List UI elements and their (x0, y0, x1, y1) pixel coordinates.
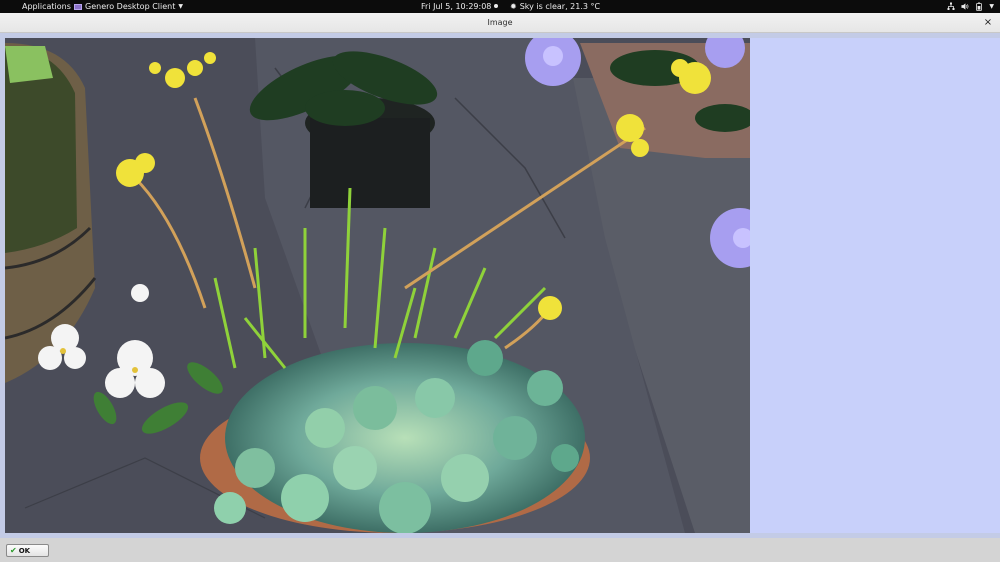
empty-panel (750, 38, 1000, 533)
weather-text: Sky is clear, 21.3 °C (519, 2, 601, 11)
network-icon (947, 2, 955, 10)
checkmark-icon: ✔ (10, 545, 17, 555)
battery-icon (976, 2, 983, 11)
system-tray[interactable]: ▼ (947, 0, 994, 13)
image-display (5, 38, 750, 533)
volume-icon (961, 3, 969, 10)
applications-menu[interactable]: Applications (22, 0, 71, 13)
clock-text: Fri Jul 5, 10:29:08 (421, 2, 492, 11)
button-bar: ✔ OK (0, 538, 1000, 562)
app-menu-label: Genero Desktop Client (85, 2, 176, 11)
window-content (0, 33, 1000, 538)
ok-button[interactable]: ✔ OK (6, 544, 49, 557)
top-panel: Applications Genero Desktop Client ▼ Fri … (0, 0, 1000, 13)
window-titlebar[interactable]: Image × (0, 13, 1000, 33)
caret-down-icon: ▼ (178, 3, 183, 10)
chevron-down-icon: ▼ (989, 3, 994, 10)
ok-label: OK (18, 546, 31, 555)
close-icon[interactable]: × (982, 17, 994, 29)
sun-icon: ✹ (510, 2, 517, 11)
genero-app-icon (74, 4, 82, 10)
app-menu[interactable]: Genero Desktop Client ▼ (74, 0, 183, 13)
weather-indicator[interactable]: ✹ Sky is clear, 21.3 °C (510, 0, 600, 13)
clock[interactable]: Fri Jul 5, 10:29:08 (421, 0, 499, 13)
notification-dot-icon (494, 4, 499, 8)
photo (5, 38, 750, 533)
window-title: Image (487, 18, 513, 27)
